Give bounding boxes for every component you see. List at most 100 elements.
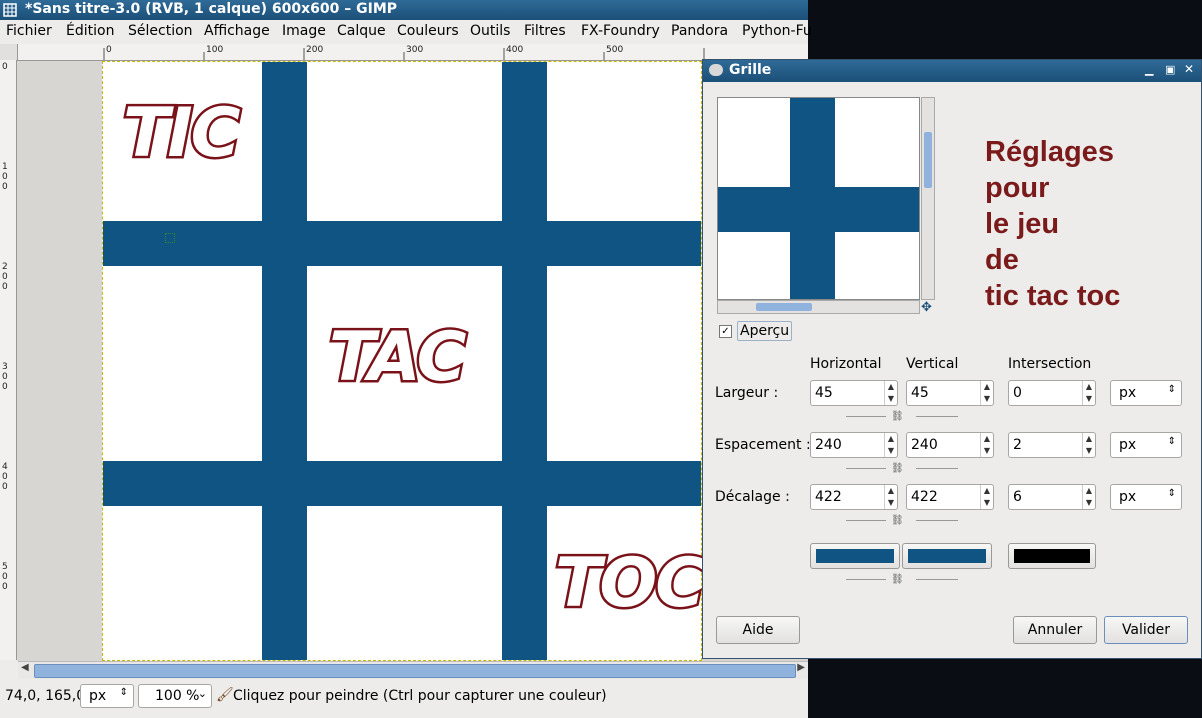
spin-arrows-icon[interactable]: ▲ ▼ bbox=[1082, 381, 1095, 405]
vertical-ruler[interactable]: 0 100 200 300 400 500 bbox=[0, 60, 17, 660]
chain-link-icon[interactable]: ⛓ bbox=[846, 463, 958, 475]
espacement-vertical-input[interactable]: 240 ▲ ▼ bbox=[906, 432, 994, 458]
word-tic: TIC bbox=[121, 92, 244, 176]
unit-value: px bbox=[1119, 385, 1137, 401]
row-label-largeur: Largeur : bbox=[715, 385, 779, 401]
grid-preview[interactable] bbox=[717, 97, 920, 300]
decalage-vertical-input[interactable]: 422 ▲ ▼ bbox=[906, 484, 994, 510]
menu-calque[interactable]: Calque bbox=[337, 23, 386, 39]
menu-image[interactable]: Image bbox=[282, 23, 326, 39]
menu-edition[interactable]: Édition bbox=[66, 23, 114, 39]
value: 45 bbox=[911, 385, 929, 401]
ruler-corner[interactable] bbox=[0, 44, 18, 61]
close-icon[interactable]: ✕ bbox=[1184, 62, 1194, 76]
value: 0 bbox=[1013, 385, 1022, 401]
heading-line: Réglages bbox=[985, 136, 1114, 168]
menu-affichage[interactable]: Affichage bbox=[204, 23, 270, 39]
spin-arrows-icon[interactable]: ▲ ▼ bbox=[980, 381, 993, 405]
navigate-icon[interactable]: ✥ bbox=[921, 300, 932, 315]
vruler-label: 200 bbox=[2, 262, 8, 292]
value: 45 bbox=[815, 385, 833, 401]
scroll-right-icon[interactable]: ▶ bbox=[797, 662, 805, 673]
spin-arrows-icon[interactable]: ▲ ▼ bbox=[1082, 485, 1095, 509]
unit-value: px bbox=[89, 688, 107, 704]
word-toc: TOC bbox=[552, 542, 707, 626]
espacement-horizontal-input[interactable]: 240 ▲ ▼ bbox=[810, 432, 898, 458]
window-title: *Sans titre-3.0 (RVB, 1 calque) 600x600 … bbox=[25, 1, 398, 17]
menu-bar: Fichier Édition Sélection Affichage Imag… bbox=[0, 20, 812, 45]
value: 6 bbox=[1013, 489, 1022, 505]
preview-vertical-scrollbar[interactable] bbox=[921, 97, 935, 300]
spin-arrows-icon[interactable]: ▲ ▼ bbox=[1082, 433, 1095, 457]
spin-arrows-icon[interactable]: ▲ ▼ bbox=[884, 381, 897, 405]
spin-arrows-icon[interactable]: ▲ ▼ bbox=[980, 433, 993, 457]
decalage-unit-select[interactable]: px ⇕ bbox=[1110, 484, 1182, 510]
canvas-area[interactable]: TIC TAC TOC bbox=[17, 61, 808, 661]
espacement-intersection-input[interactable]: 2 ▲ ▼ bbox=[1008, 432, 1096, 458]
menu-filtres[interactable]: Filtres bbox=[524, 23, 566, 39]
largeur-unit-select[interactable]: px ⇕ bbox=[1110, 380, 1182, 406]
grid-bar-vertical bbox=[262, 62, 307, 660]
menu-selection[interactable]: Sélection bbox=[128, 23, 193, 39]
hruler-label: 400 bbox=[506, 45, 524, 55]
horizontal-scrollbar[interactable]: ◀ ▶ bbox=[18, 661, 808, 679]
hruler-label: 200 bbox=[306, 45, 324, 55]
unit-selector[interactable]: px ⇕ bbox=[80, 684, 134, 708]
brush-icon: 🖌 bbox=[216, 687, 234, 703]
scroll-left-icon[interactable]: ◀ bbox=[21, 662, 29, 673]
chain-link-icon[interactable]: ⛓ bbox=[846, 411, 958, 423]
decalage-intersection-input[interactable]: 6 ▲ ▼ bbox=[1008, 484, 1096, 510]
vertical-color-button[interactable] bbox=[902, 543, 992, 569]
hruler-label: 500 bbox=[606, 45, 624, 55]
image-canvas[interactable]: TIC TAC TOC bbox=[102, 61, 708, 661]
minimize-icon[interactable]: ▁ bbox=[1145, 63, 1153, 76]
decalage-horizontal-input[interactable]: 422 ▲ ▼ bbox=[810, 484, 898, 510]
ok-button[interactable]: Valider bbox=[1104, 616, 1188, 644]
maximize-icon[interactable]: ▣ bbox=[1165, 63, 1175, 76]
menu-fx-foundry[interactable]: FX-Foundry bbox=[581, 23, 660, 39]
chain-link-icon[interactable]: ⛓ bbox=[846, 574, 958, 586]
scrollbar-thumb[interactable] bbox=[924, 132, 932, 188]
heading-line: tic tac toc bbox=[985, 280, 1121, 312]
menu-couleurs[interactable]: Couleurs bbox=[397, 23, 459, 39]
dialog-title-bar[interactable]: Grille ▁ ▣ ✕ bbox=[703, 60, 1201, 82]
spin-arrows-icon[interactable]: ▲ ▼ bbox=[884, 433, 897, 457]
unit-value: px bbox=[1119, 489, 1137, 505]
largeur-intersection-input[interactable]: 0 ▲ ▼ bbox=[1008, 380, 1096, 406]
gimp-logo-icon bbox=[709, 64, 723, 76]
preview-label[interactable]: Aperçu bbox=[737, 321, 793, 341]
scrollbar-thumb[interactable] bbox=[756, 303, 812, 311]
dialog-heading: Réglages pour le jeu de tic tac toc bbox=[985, 134, 1120, 314]
spin-arrows-icon[interactable]: ▲ ▼ bbox=[884, 485, 897, 509]
cancel-button[interactable]: Annuler bbox=[1013, 616, 1097, 644]
menu-pandora[interactable]: Pandora bbox=[671, 23, 728, 39]
column-vertical: Vertical bbox=[906, 356, 959, 372]
vruler-label: 300 bbox=[2, 362, 8, 392]
zoom-selector[interactable]: 100 % ⌄ bbox=[138, 684, 212, 708]
menu-fichier[interactable]: Fichier bbox=[6, 23, 52, 39]
espacement-unit-select[interactable]: px ⇕ bbox=[1110, 432, 1182, 458]
intersection-color-button[interactable] bbox=[1008, 543, 1096, 569]
help-button[interactable]: Aide bbox=[716, 616, 800, 644]
grid-bar-vertical bbox=[502, 62, 547, 660]
gimp-title-bar[interactable]: *Sans titre-3.0 (RVB, 1 calque) 600x600 … bbox=[0, 0, 808, 20]
dialog-title: Grille bbox=[729, 62, 772, 78]
checkbox-checked-icon[interactable]: ✓ bbox=[719, 325, 732, 338]
menu-outils[interactable]: Outils bbox=[470, 23, 510, 39]
value: 422 bbox=[911, 489, 938, 505]
scrollbar-thumb[interactable] bbox=[34, 664, 796, 678]
horizontal-color-button[interactable] bbox=[810, 543, 900, 569]
largeur-vertical-input[interactable]: 45 ▲ ▼ bbox=[906, 380, 994, 406]
menu-python-fu[interactable]: Python-Fu bbox=[742, 23, 812, 39]
color-swatch bbox=[1014, 549, 1090, 563]
preview-horizontal-scrollbar[interactable] bbox=[717, 300, 920, 314]
column-horizontal: Horizontal bbox=[810, 356, 882, 372]
grid-bar-horizontal bbox=[103, 461, 701, 506]
vruler-label: 100 bbox=[2, 162, 8, 192]
chain-link-icon[interactable]: ⛓ bbox=[846, 515, 958, 527]
spin-arrows-icon[interactable]: ▲ ▼ bbox=[980, 485, 993, 509]
word-tac: TAC bbox=[327, 316, 470, 400]
largeur-horizontal-input[interactable]: 45 ▲ ▼ bbox=[810, 380, 898, 406]
color-swatch bbox=[816, 549, 894, 563]
horizontal-ruler[interactable]: 0 100 200 300 400 500 bbox=[18, 44, 808, 61]
